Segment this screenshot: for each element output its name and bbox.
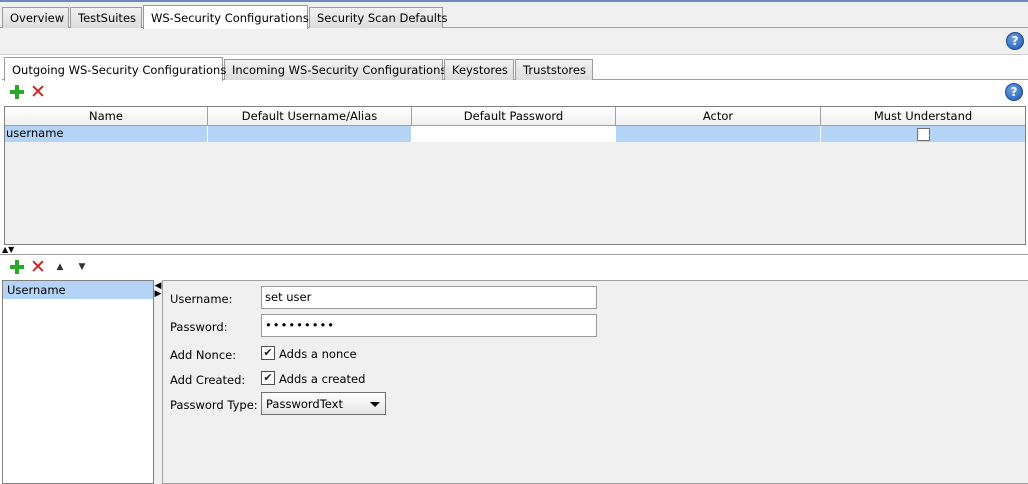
username-label: Username:	[170, 292, 233, 306]
main-tab-bar: Overview TestSuites WS-Security Configur…	[0, 2, 1028, 29]
column-header-default-username[interactable]: Default Username/Alias	[208, 107, 412, 126]
must-understand-checkbox[interactable]	[917, 127, 930, 141]
chevron-up-icon[interactable]: ▲	[54, 259, 66, 275]
tab-security-scan-defaults[interactable]: Security Scan Defaults	[309, 7, 448, 28]
entries-toolbar: ✕ ▲ ▼	[4, 258, 1026, 280]
password-type-label: Password Type:	[170, 398, 258, 412]
column-header-name[interactable]: Name	[5, 107, 208, 126]
security-tab-bar: Outgoing WS-Security Configurations Inco…	[2, 56, 1028, 81]
delete-icon[interactable]: ✕	[30, 258, 46, 277]
add-nonce-checkbox[interactable]: ✔	[261, 346, 275, 360]
tab-overview[interactable]: Overview	[2, 7, 69, 28]
table-header: Name Default Username/Alias Default Pass…	[5, 107, 1025, 126]
username-input[interactable]: set user	[261, 286, 597, 309]
delete-icon[interactable]: ✕	[30, 83, 46, 102]
chevron-down-icon	[370, 402, 380, 407]
plus-icon[interactable]	[9, 259, 25, 275]
plus-icon[interactable]	[9, 84, 25, 100]
help-icon[interactable]: ?	[1006, 32, 1024, 50]
collapse-right-icon[interactable]: ▶	[154, 290, 162, 299]
column-header-must-understand[interactable]: Must Understand	[821, 107, 1025, 126]
collapse-down-icon[interactable]: ▼	[8, 245, 14, 254]
splitter-line	[0, 254, 1028, 255]
password-input[interactable]: •••••••••	[261, 314, 597, 337]
add-nonce-label: Add Nonce:	[170, 348, 237, 362]
tab-incoming-ws-security[interactable]: Incoming WS-Security Configurations	[224, 59, 446, 80]
configurations-toolbar: ✕ ?	[4, 83, 1026, 105]
add-created-checkbox-text: Adds a created	[279, 372, 366, 386]
password-type-value: PasswordText	[266, 397, 343, 411]
top-toolbar: ?	[0, 28, 1028, 55]
cell-must-understand	[821, 126, 1025, 142]
column-header-default-password[interactable]: Default Password	[412, 107, 616, 126]
table-row[interactable]: username	[5, 126, 1025, 142]
add-created-label: Add Created:	[170, 373, 246, 387]
tab-keystores[interactable]: Keystores	[444, 59, 514, 80]
tab-testsuites[interactable]: TestSuites	[70, 7, 142, 28]
entries-list: Username	[2, 280, 154, 484]
cell-default-password[interactable]	[412, 126, 616, 142]
password-type-select[interactable]: PasswordText	[261, 392, 386, 415]
configurations-table: Name Default Username/Alias Default Pass…	[4, 106, 1026, 245]
cell-default-username[interactable]	[208, 126, 412, 142]
vertical-splitter[interactable]: ◀ ▶	[154, 280, 162, 484]
tab-truststores[interactable]: Truststores	[515, 59, 593, 80]
cell-name[interactable]: username	[5, 126, 208, 142]
tab-ws-security-configurations[interactable]: WS-Security Configurations	[143, 5, 309, 29]
username-entry-form: Username: set user Password: ••••••••• A…	[162, 280, 1028, 484]
help-icon[interactable]: ?	[1005, 83, 1023, 101]
tab-outgoing-ws-security[interactable]: Outgoing WS-Security Configurations	[4, 57, 226, 81]
cell-actor[interactable]	[616, 126, 821, 142]
add-created-checkbox[interactable]: ✔	[261, 371, 275, 385]
chevron-down-icon[interactable]: ▼	[76, 259, 88, 275]
column-header-actor[interactable]: Actor	[616, 107, 821, 126]
add-nonce-checkbox-text: Adds a nonce	[279, 347, 357, 361]
list-item[interactable]: Username	[3, 281, 153, 299]
password-label: Password:	[170, 320, 228, 334]
